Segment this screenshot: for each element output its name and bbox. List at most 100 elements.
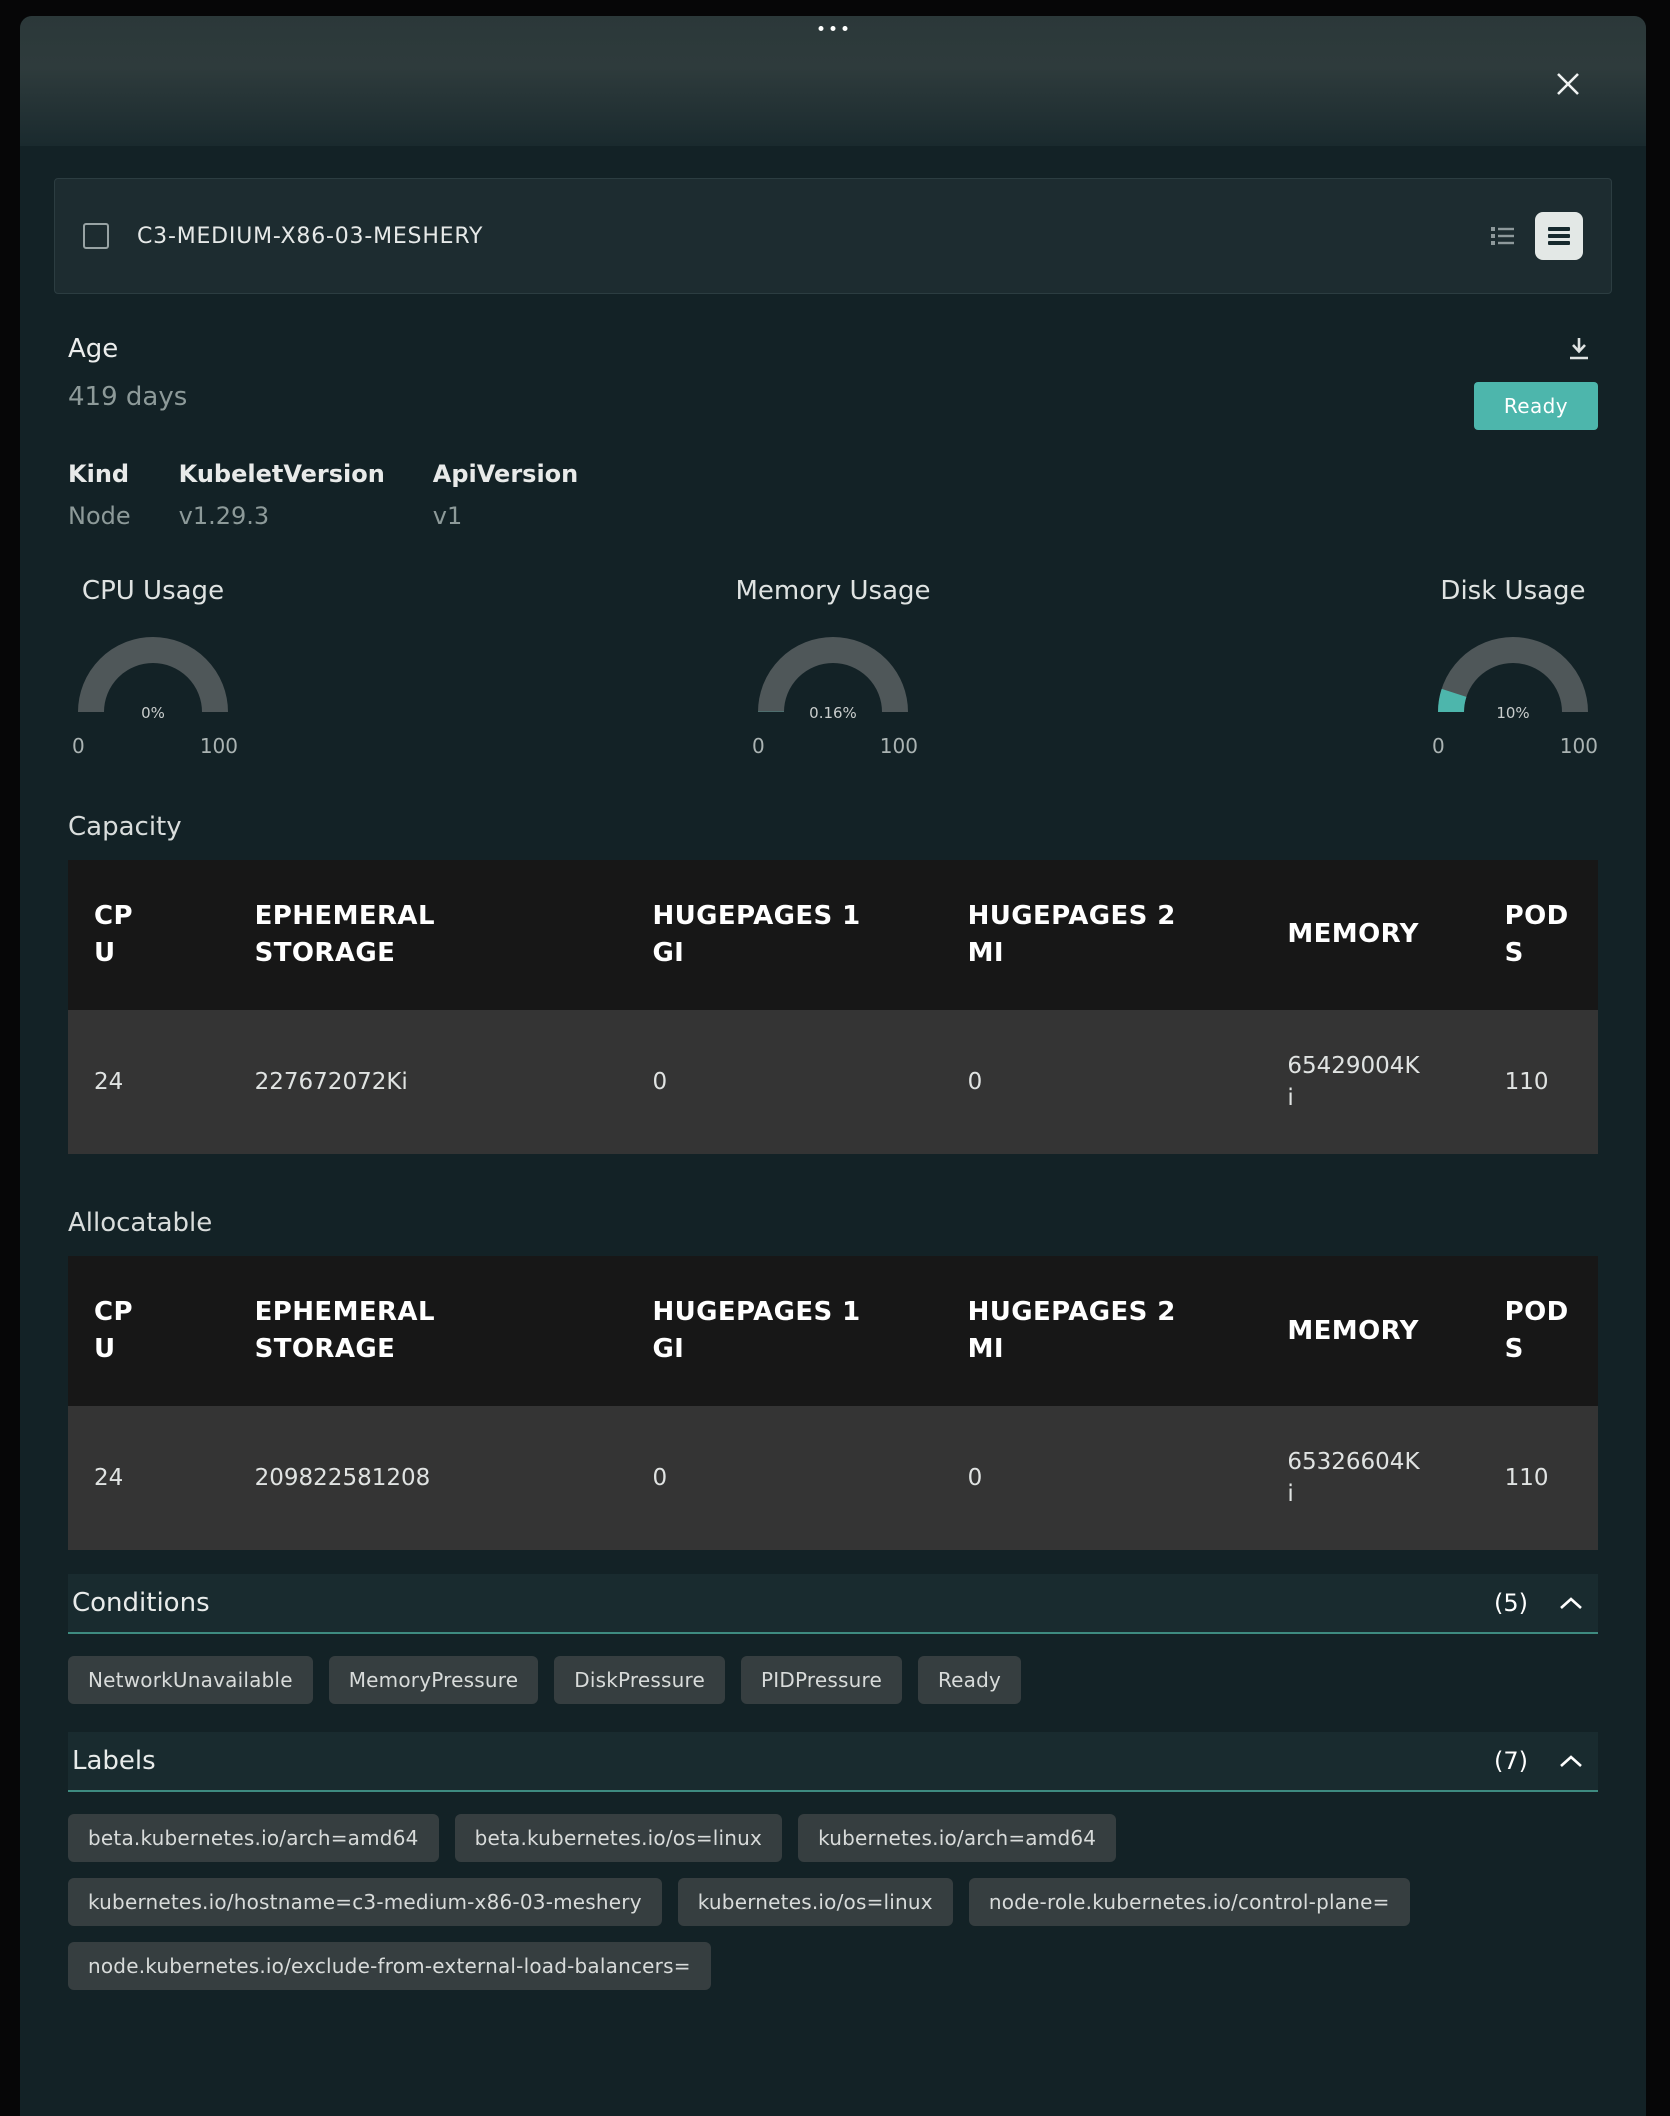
- column-header-cpu: CPU: [68, 1256, 229, 1406]
- label-chip: beta.kubernetes.io/os=linux: [455, 1814, 783, 1862]
- node-header-card: C3-MEDIUM-X86-03-MESHERY: [54, 178, 1612, 294]
- column-header-hugepages-2mi: HUGEPAGES 2 MI: [942, 860, 1262, 1010]
- column-header-memory: MEMORY: [1261, 1256, 1478, 1406]
- capacity-memory-cell: 65429004Ki: [1261, 1010, 1478, 1154]
- capacity-hugepages2-cell: 0: [942, 1010, 1262, 1154]
- chevron-up-icon[interactable]: [1558, 1596, 1584, 1611]
- gauge-min: 0: [1432, 734, 1445, 758]
- gauge-percent: 10%: [1428, 704, 1598, 722]
- allocatable-header-row: CPU EPHEMERAL STORAGE HUGEPAGES 1 GI HUG…: [68, 1256, 1598, 1406]
- usage-gauges: CPU Usage 0% 0 100 Memory Usage: [68, 576, 1598, 758]
- conditions-chip-row: NetworkUnavailable MemoryPressure DiskPr…: [68, 1656, 1598, 1704]
- api-version-label: ApiVersion: [433, 460, 578, 488]
- column-header-pods: PODS: [1479, 1256, 1598, 1406]
- allocatable-pods-cell: 110: [1479, 1406, 1598, 1550]
- kv-field-api-version: ApiVersion v1: [433, 460, 578, 530]
- meta-actions: Ready: [1474, 334, 1598, 430]
- capacity-pods-cell: 110: [1479, 1010, 1598, 1154]
- node-title: C3-MEDIUM-X86-03-MESHERY: [137, 224, 483, 249]
- gauge-min: 0: [752, 734, 765, 758]
- download-button[interactable]: [1564, 334, 1594, 364]
- capacity-ephemeral-cell: 227672072Ki: [229, 1010, 627, 1154]
- kind-label: Kind: [68, 460, 131, 488]
- condition-chip: MemoryPressure: [329, 1656, 539, 1704]
- label-chip: kubernetes.io/hostname=c3-medium-x86-03-…: [68, 1878, 662, 1926]
- kind-value: Node: [68, 502, 131, 530]
- gauge-title: Memory Usage: [735, 576, 930, 606]
- column-header-ephemeral-storage: EPHEMERAL STORAGE: [229, 1256, 627, 1406]
- column-header-hugepages-2mi: HUGEPAGES 2 MI: [942, 1256, 1262, 1406]
- condition-chip: Ready: [918, 1656, 1021, 1704]
- allocatable-hugepages1-cell: 0: [626, 1406, 941, 1550]
- condition-chip: NetworkUnavailable: [68, 1656, 313, 1704]
- gauge-max: 100: [200, 734, 238, 758]
- api-version-value: v1: [433, 502, 578, 530]
- label-chip: node-role.kubernetes.io/control-plane=: [969, 1878, 1410, 1926]
- flat-view-button[interactable]: [1487, 221, 1517, 251]
- cpu-usage-gauge: CPU Usage 0% 0 100: [68, 576, 238, 758]
- memory-usage-gauge: Memory Usage 0.16% 0 100: [735, 576, 930, 758]
- allocatable-hugepages2-cell: 0: [942, 1406, 1262, 1550]
- column-header-hugepages-1gi: HUGEPAGES 1 GI: [626, 1256, 941, 1406]
- condition-chip: PIDPressure: [741, 1656, 902, 1704]
- view-toggle-group: [1487, 212, 1583, 260]
- label-chip: kubernetes.io/os=linux: [678, 1878, 953, 1926]
- drag-handle-dots-icon[interactable]: [819, 26, 848, 31]
- column-header-ephemeral-storage: EPHEMERAL STORAGE: [229, 860, 627, 1010]
- capacity-cpu-cell: 24: [68, 1010, 229, 1154]
- flat-view-icon: [1487, 221, 1517, 251]
- allocatable-memory-cell: 65326604Ki: [1261, 1406, 1478, 1550]
- column-header-hugepages-1gi: HUGEPAGES 1 GI: [626, 860, 941, 1010]
- column-header-memory: MEMORY: [1261, 860, 1478, 1010]
- select-node-checkbox[interactable]: [83, 223, 109, 249]
- labels-count: (7): [1494, 1747, 1528, 1775]
- gauge-max: 100: [880, 734, 918, 758]
- detailed-view-icon: [1546, 223, 1572, 249]
- kubelet-version-label: KubeletVersion: [179, 460, 385, 488]
- capacity-header-row: CPU EPHEMERAL STORAGE HUGEPAGES 1 GI HUG…: [68, 860, 1598, 1010]
- capacity-table: CPU EPHEMERAL STORAGE HUGEPAGES 1 GI HUG…: [68, 860, 1598, 1154]
- allocatable-ephemeral-cell: 209822581208: [229, 1406, 627, 1550]
- gauge-title: Disk Usage: [1440, 576, 1585, 606]
- age-label: Age: [68, 334, 187, 364]
- age-value: 419 days: [68, 382, 187, 412]
- allocatable-section-title: Allocatable: [68, 1208, 1598, 1238]
- label-chip: kubernetes.io/arch=amd64: [798, 1814, 1116, 1862]
- column-header-cpu: CPU: [68, 860, 229, 1010]
- kubelet-version-value: v1.29.3: [179, 502, 385, 530]
- column-header-pods: PODS: [1479, 860, 1598, 1010]
- conditions-section-header[interactable]: Conditions (5): [68, 1574, 1598, 1634]
- labels-chip-row: beta.kubernetes.io/arch=amd64 beta.kuber…: [68, 1814, 1598, 1990]
- disk-usage-gauge: Disk Usage 10% 0 100: [1428, 576, 1598, 758]
- allocatable-table: CPU EPHEMERAL STORAGE HUGEPAGES 1 GI HUG…: [68, 1256, 1598, 1550]
- label-chip: beta.kubernetes.io/arch=amd64: [68, 1814, 439, 1862]
- capacity-section-title: Capacity: [68, 812, 1598, 842]
- condition-chip: DiskPressure: [554, 1656, 725, 1704]
- gauge-percent: 0%: [68, 704, 238, 722]
- labels-section-header[interactable]: Labels (7): [68, 1732, 1598, 1792]
- modal-top-bar: [20, 16, 1646, 146]
- meta-row: Age 419 days Ready: [68, 334, 1598, 430]
- chevron-up-icon[interactable]: [1558, 1754, 1584, 1769]
- close-button[interactable]: [1548, 64, 1588, 104]
- labels-title: Labels: [72, 1746, 156, 1776]
- allocatable-data-row: 24 209822581208 0 0 65326604Ki 110: [68, 1406, 1598, 1550]
- gauge-percent: 0.16%: [748, 704, 918, 722]
- close-icon: [1554, 70, 1582, 98]
- download-icon: [1564, 334, 1594, 364]
- kind-version-row: Kind Node KubeletVersion v1.29.3 ApiVers…: [68, 460, 1598, 530]
- conditions-count: (5): [1494, 1589, 1528, 1617]
- status-badge: Ready: [1474, 382, 1598, 430]
- kv-field-kubelet-version: KubeletVersion v1.29.3: [179, 460, 385, 530]
- gauge-max: 100: [1560, 734, 1598, 758]
- gauge-title: CPU Usage: [82, 576, 224, 606]
- allocatable-cpu-cell: 24: [68, 1406, 229, 1550]
- kv-field-kind: Kind Node: [68, 460, 131, 530]
- age-block: Age 419 days: [68, 334, 187, 430]
- detailed-view-button[interactable]: [1535, 212, 1583, 260]
- label-chip: node.kubernetes.io/exclude-from-external…: [68, 1942, 711, 1990]
- capacity-data-row: 24 227672072Ki 0 0 65429004Ki 110: [68, 1010, 1598, 1154]
- capacity-hugepages1-cell: 0: [626, 1010, 941, 1154]
- node-details-modal: C3-MEDIUM-X86-03-MESHERY: [20, 16, 1646, 2116]
- gauge-min: 0: [72, 734, 85, 758]
